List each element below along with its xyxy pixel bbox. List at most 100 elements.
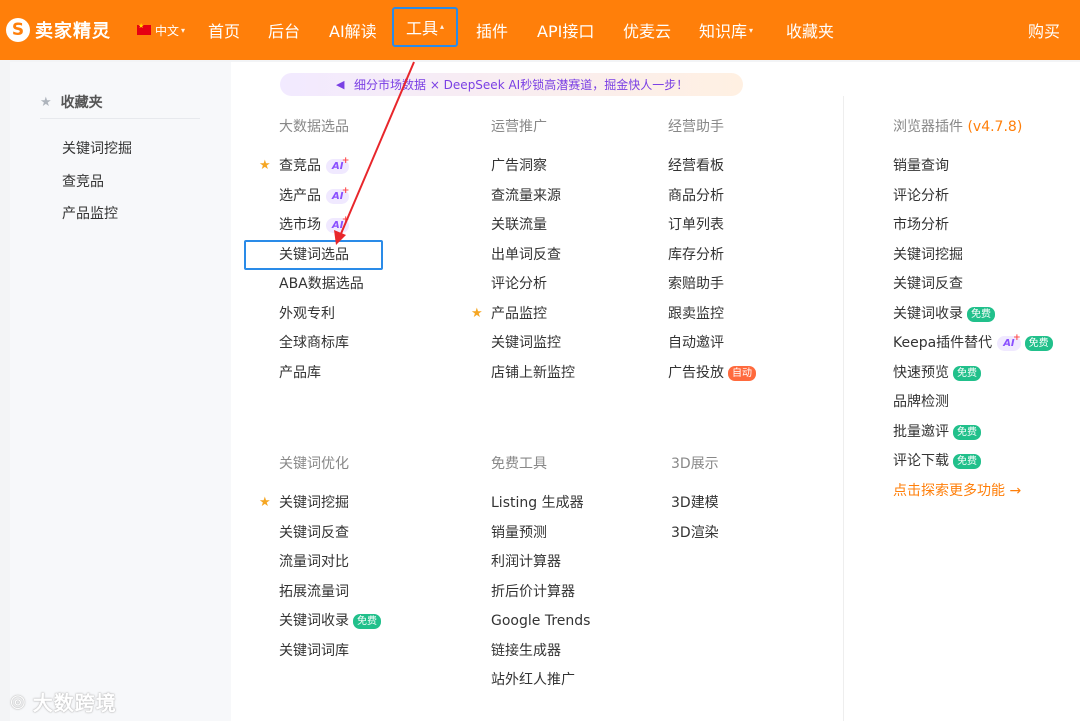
- ai-badge: AI: [326, 213, 350, 233]
- section-title-3d: 3D展示: [671, 456, 719, 472]
- menu-item-expand-traffic-word[interactable]: 拓展流量词: [279, 582, 349, 602]
- menu-item-aba-selection[interactable]: ABA数据选品: [279, 274, 364, 294]
- menu-item-keyword-library[interactable]: 关键词词库: [279, 641, 349, 661]
- menu-item-order-list[interactable]: 订单列表: [668, 215, 724, 235]
- sidebar-item-product-monitor[interactable]: 产品监控: [62, 203, 118, 223]
- menu-item-plugin-keyword-index[interactable]: 关键词收录 免费: [893, 304, 995, 324]
- menu-item-label: 广告投放: [668, 365, 724, 381]
- menu-item-label: 选市场: [279, 217, 321, 233]
- promo-banner-text: 细分市场数据 × DeepSeek AI秒锁高潜赛道，掘金快人一步！: [354, 78, 689, 92]
- menu-item-order-keyword-lookup[interactable]: 出单词反查: [491, 245, 561, 265]
- menu-item-product-monitor[interactable]: ★ 产品监控: [471, 304, 547, 324]
- free-badge: 免费: [967, 306, 995, 322]
- menu-item-sales-forecast[interactable]: 销量预测: [491, 523, 547, 543]
- menu-item-related-traffic[interactable]: 关联流量: [491, 215, 547, 235]
- section-title-free-tools: 免费工具: [491, 456, 547, 472]
- nav-home[interactable]: 首页: [208, 0, 240, 60]
- chevron-up-icon: ▴: [440, 22, 445, 31]
- megaphone-icon: ◀: [336, 78, 345, 91]
- menu-item-link-generator[interactable]: 链接生成器: [491, 641, 561, 661]
- nav-tools[interactable]: 工具 ▴: [392, 7, 459, 47]
- menu-item-label: 查竞品: [279, 158, 321, 174]
- menu-item-listing-generator[interactable]: Listing 生成器: [491, 493, 584, 513]
- chevron-down-icon: ▾: [749, 25, 754, 35]
- menu-item-product-library[interactable]: 产品库: [279, 363, 321, 383]
- menu-item-brand-check[interactable]: 品牌检测: [893, 392, 949, 412]
- menu-item-label: 批量邀评: [893, 424, 949, 440]
- menu-item-goods-analysis[interactable]: 商品分析: [668, 186, 724, 206]
- favorite-star-icon[interactable]: ★: [471, 304, 483, 324]
- menu-item-claim-assistant[interactable]: 索赔助手: [668, 274, 724, 294]
- auto-badge: 自动: [728, 365, 756, 381]
- menu-item-keyword-index[interactable]: 关键词收录 免费: [279, 611, 381, 631]
- favorite-star-icon[interactable]: ★: [259, 493, 271, 513]
- menu-item-label: 关键词挖掘: [279, 495, 349, 511]
- menu-item-auto-review-request[interactable]: 自动邀评: [668, 333, 724, 353]
- menu-item-trademark[interactable]: 全球商标库: [279, 333, 349, 353]
- sidebar-item-competitor[interactable]: 查竞品: [62, 171, 104, 191]
- plugin-version: (v4.7.8): [967, 119, 1023, 135]
- menu-item-traffic-word-compare[interactable]: 流量词对比: [279, 552, 349, 572]
- menu-item-ad-insight[interactable]: 广告洞察: [491, 156, 547, 176]
- menu-item-plugin-keyword-mining[interactable]: 关键词挖掘: [893, 245, 963, 265]
- language-switcher[interactable]: 中文 ▾: [137, 22, 185, 39]
- menu-item-design-patent[interactable]: 外观专利: [279, 304, 335, 324]
- menu-item-inventory-analysis[interactable]: 库存分析: [668, 245, 724, 265]
- explore-more-link[interactable]: 点击探索更多功能 →: [893, 481, 1021, 501]
- nav-ai-interpret[interactable]: AI解读: [329, 0, 377, 60]
- keyword-selection-highlight: [244, 240, 383, 270]
- plugin-title-label: 浏览器插件: [893, 119, 963, 135]
- ai-badge: AI: [997, 331, 1021, 351]
- chevron-down-icon: ▾: [181, 25, 186, 35]
- menu-item-google-trends[interactable]: Google Trends: [491, 611, 590, 631]
- menu-item-label: Keepa插件替代: [893, 335, 993, 351]
- free-badge: 免费: [953, 365, 981, 381]
- menu-item-plugin-keyword-reverse[interactable]: 关键词反查: [893, 274, 963, 294]
- brand-logo[interactable]: S 卖家精灵: [6, 17, 111, 43]
- menu-item-store-new-monitor[interactable]: 店铺上新监控: [491, 363, 575, 383]
- favorite-star-icon[interactable]: ★: [259, 156, 271, 176]
- promo-banner[interactable]: ◀ 细分市场数据 × DeepSeek AI秒锁高潜赛道，掘金快人一步！: [280, 73, 743, 96]
- menu-item-influencer-promo[interactable]: 站外红人推广: [491, 670, 575, 690]
- section-title-assistant: 经营助手: [668, 119, 724, 135]
- menu-item-discount-calculator[interactable]: 折后价计算器: [491, 582, 575, 602]
- menu-item-keyword-reverse[interactable]: 关键词反查: [279, 523, 349, 543]
- menu-item-3d-rendering[interactable]: 3D渲染: [671, 523, 719, 543]
- menu-item-review-analysis[interactable]: 评论分析: [491, 274, 547, 294]
- menu-item-label: 关键词收录: [893, 306, 963, 322]
- menu-item-quick-preview[interactable]: 快速预览 免费: [893, 363, 981, 383]
- menu-item-ad-placement[interactable]: 广告投放 自动: [668, 363, 756, 383]
- menu-item-market-analysis[interactable]: 市场分析: [893, 215, 949, 235]
- menu-item-label: 产品监控: [491, 306, 547, 322]
- menu-item-keyword-monitor[interactable]: 关键词监控: [491, 333, 561, 353]
- menu-item-select-market[interactable]: 选市场 AI: [279, 213, 350, 235]
- nav-plugins[interactable]: 插件: [476, 0, 508, 60]
- favorites-header: ★ 收藏夹: [40, 92, 103, 112]
- nav-favorites[interactable]: 收藏夹: [786, 0, 834, 60]
- menu-item-keyword-mining[interactable]: ★ 关键词挖掘: [259, 493, 349, 513]
- menu-item-select-product[interactable]: 选产品 AI: [279, 184, 350, 206]
- menu-item-keepa-alternative[interactable]: Keepa插件替代 AI 免费: [893, 331, 1053, 353]
- nav-api[interactable]: API接口: [537, 0, 594, 60]
- favorites-title: 收藏夹: [60, 95, 103, 111]
- menu-item-review-download[interactable]: 评论下载 免费: [893, 451, 981, 471]
- menu-item-plugin-review-analysis[interactable]: 评论分析: [893, 186, 949, 206]
- menu-item-dashboard[interactable]: 经营看板: [668, 156, 724, 176]
- watermark-icon: ◎: [10, 691, 27, 712]
- language-label: 中文: [155, 23, 180, 38]
- menu-item-3d-modeling[interactable]: 3D建模: [671, 493, 719, 513]
- sidebar-item-keyword-mining[interactable]: 关键词挖掘: [62, 138, 132, 158]
- nav-youmaiyun[interactable]: 优麦云: [623, 0, 671, 60]
- nav-backend[interactable]: 后台: [268, 0, 300, 60]
- brand-logo-icon: S: [6, 18, 30, 42]
- buy-link[interactable]: 购买: [1028, 0, 1060, 60]
- menu-item-competitor[interactable]: ★ 查竞品 AI: [259, 154, 350, 176]
- menu-item-sales-query[interactable]: 销量查询: [893, 156, 949, 176]
- nav-knowledge-base[interactable]: 知识库 ▾: [699, 0, 753, 60]
- menu-item-hijack-monitor[interactable]: 跟卖监控: [668, 304, 724, 324]
- sidebar-divider: [40, 118, 200, 119]
- menu-item-batch-review-request[interactable]: 批量邀评 免费: [893, 422, 981, 442]
- menu-item-traffic-source[interactable]: 查流量来源: [491, 186, 561, 206]
- menu-item-label: 评论下载: [893, 453, 949, 469]
- menu-item-profit-calculator[interactable]: 利润计算器: [491, 552, 561, 572]
